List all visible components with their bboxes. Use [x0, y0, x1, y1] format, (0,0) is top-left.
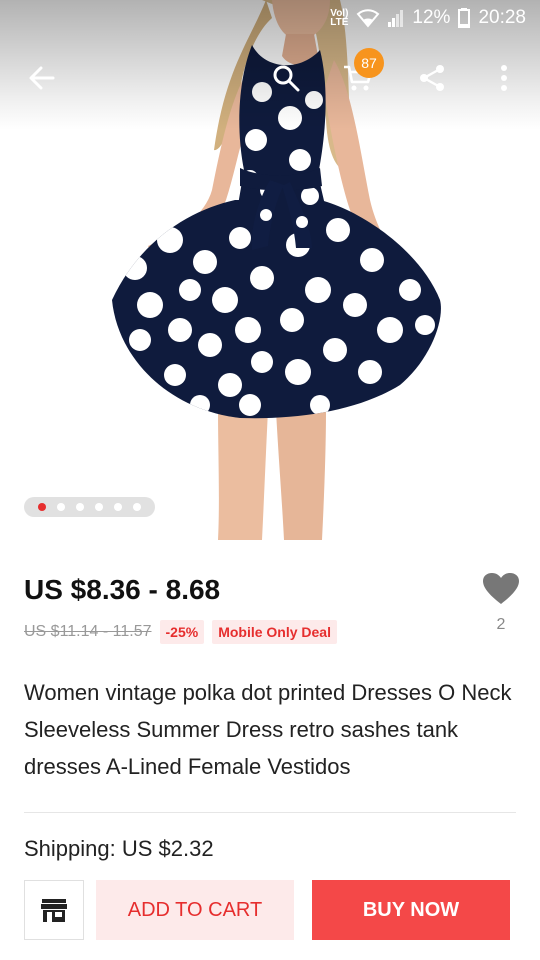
back-arrow-icon [29, 66, 55, 90]
product-price: US $8.36 - 8.68 [24, 574, 221, 605]
store-icon [41, 899, 67, 922]
lte-label: LTE [330, 17, 349, 28]
wifi-icon [357, 9, 380, 28]
cart-button[interactable]: 87 [332, 48, 384, 104]
product-title: Women vintage polka dot printed Dresses … [24, 680, 512, 779]
carousel-dot [56, 503, 65, 511]
share-icon [420, 65, 444, 91]
mobile-deal-badge: Mobile Only Deal [212, 620, 337, 644]
clock: 20:28 [478, 7, 526, 28]
buy-now-button[interactable]: BUY NOW [312, 880, 510, 940]
original-price: US $11.14 - 11.57 [24, 623, 152, 640]
price-details: US $11.14 - 11.57 -25% Mobile Only Deal [24, 620, 337, 644]
back-button[interactable] [16, 52, 68, 104]
search-button[interactable] [260, 52, 312, 104]
carousel-dot [133, 503, 142, 511]
network-indicator: Vol) LTE [330, 9, 349, 28]
carousel-dot [37, 503, 46, 511]
carousel-dot [75, 503, 84, 511]
more-vertical-icon [501, 65, 507, 91]
signal-icon [388, 10, 404, 27]
cart-count-badge: 87 [354, 48, 384, 78]
wishlist-button[interactable] [482, 572, 520, 606]
share-button[interactable] [406, 52, 458, 104]
carousel-dot [114, 503, 123, 511]
battery-percent: 12% [412, 7, 451, 28]
add-to-cart-button[interactable]: ADD TO CART [96, 880, 294, 940]
product-toolbar: 87 [0, 48, 540, 104]
battery-icon [458, 8, 471, 28]
status-bar: Vol) LTE 12% 20:28 [0, 0, 540, 36]
section-divider [24, 812, 516, 813]
store-button[interactable] [24, 880, 84, 940]
carousel-indicator [24, 497, 155, 517]
wishlist-count: 2 [496, 616, 506, 633]
bottom-action-bar: ADD TO CART BUY NOW [0, 866, 540, 960]
shipping-info[interactable]: Shipping: US $2.32 [24, 836, 214, 862]
discount-badge: -25% [159, 620, 205, 644]
more-options-button[interactable] [478, 52, 530, 104]
search-icon [273, 65, 300, 92]
heart-icon [483, 573, 519, 604]
carousel-dot [95, 503, 104, 511]
